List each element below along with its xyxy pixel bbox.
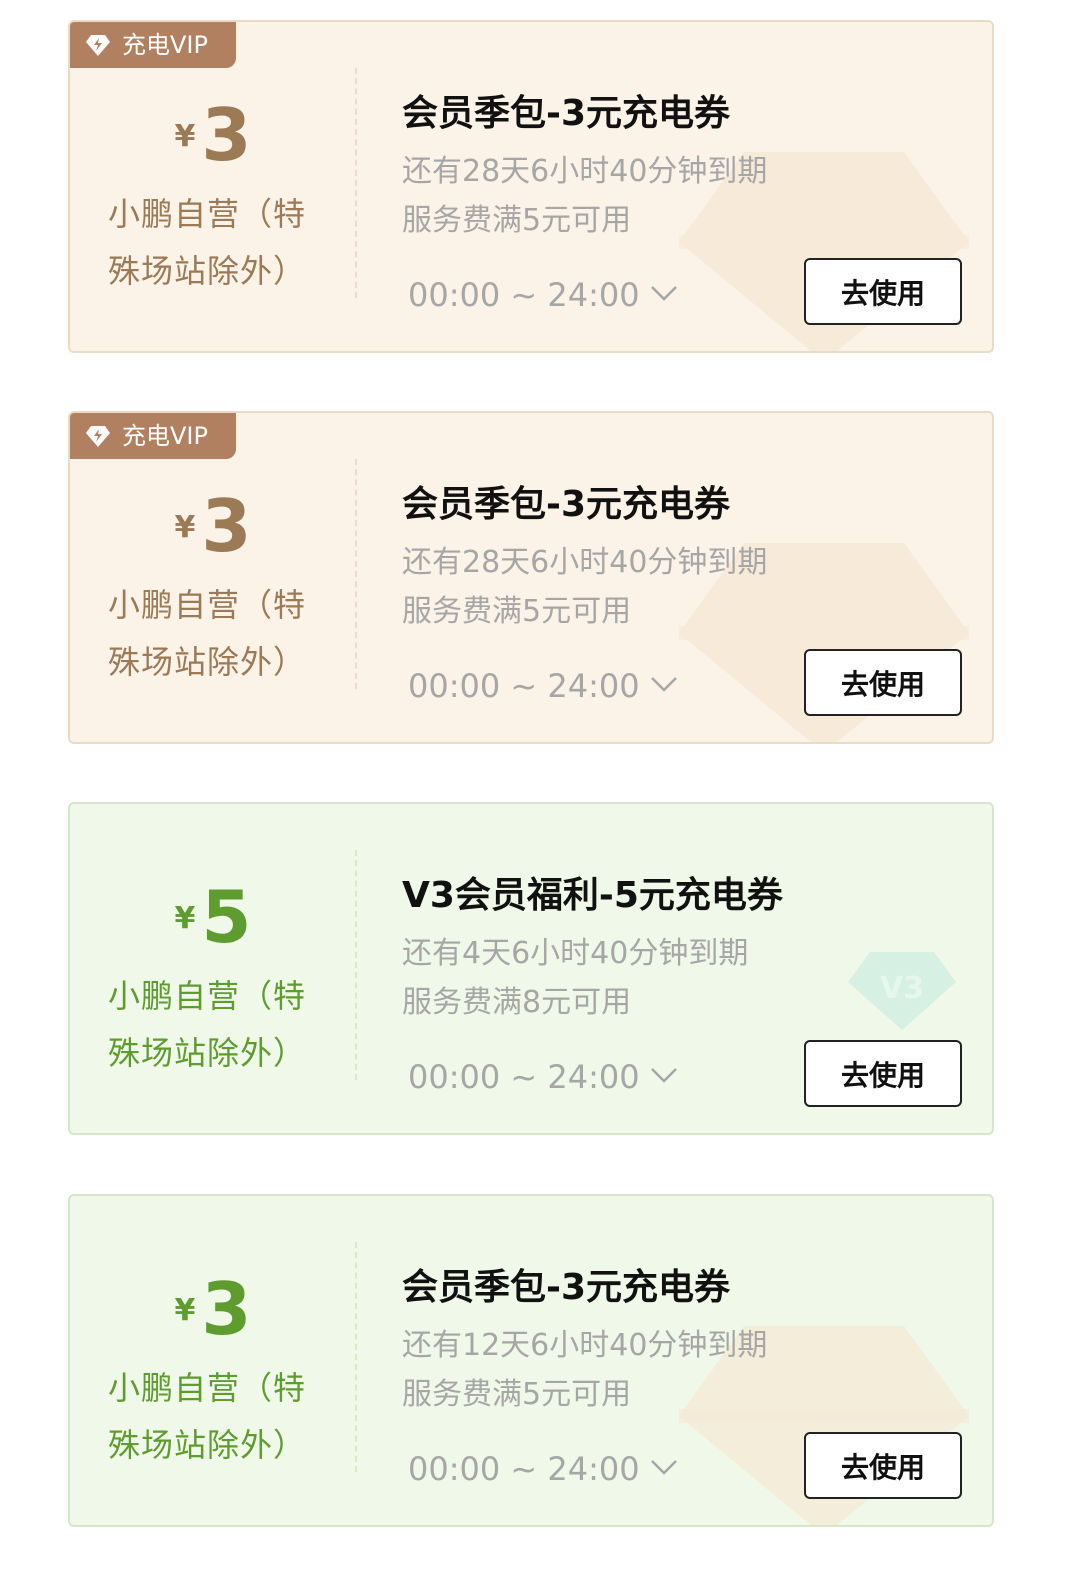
use-coupon-button[interactable]: 去使用 (804, 1432, 962, 1499)
coupon-title: V3会员福利-5元充电券 (402, 875, 783, 916)
use-coupon-button[interactable]: 去使用 (804, 649, 962, 716)
coupon-expiry: 还有4天6小时40分钟到期 (402, 936, 749, 971)
coupon-amount: 3 (201, 93, 252, 177)
coupon-scope: 小鹏自营（特殊场站除外） (108, 1369, 307, 1464)
coupon-amount: 3 (201, 1267, 252, 1351)
coupon-card[interactable]: ¥3 小鹏自营（特殊场站除外） 会员季包-3元充电券 还有12天6小时40分钟到… (68, 1194, 994, 1527)
chevron-down-icon[interactable] (650, 1066, 678, 1084)
dashed-divider (355, 850, 357, 1080)
diamond-bolt-icon (86, 426, 110, 447)
vip-tag: 充电VIP (70, 413, 236, 459)
coupon-title: 会员季包-3元充电券 (402, 93, 730, 134)
coupon-scope: 小鹏自营（特殊场站除外） (108, 977, 307, 1072)
dashed-divider (355, 68, 357, 298)
coupon-amount: 3 (201, 484, 252, 568)
chevron-down-icon[interactable] (650, 1458, 678, 1476)
coupon-title: 会员季包-3元充电券 (402, 484, 730, 525)
coupon-time-range[interactable]: 00:00 ~ 24:00 (408, 667, 640, 705)
coupon-amount: 5 (201, 875, 252, 959)
diamond-bolt-icon (86, 35, 110, 56)
currency-symbol: ¥ (174, 1293, 196, 1328)
currency-symbol: ¥ (174, 901, 196, 936)
coupon-price: ¥3 (108, 485, 318, 567)
coupon-scope: 小鹏自营（特殊场站除外） (108, 586, 307, 681)
coupon-card[interactable]: V3 ¥5 小鹏自营（特殊场站除外） V3会员福利-5元充电券 还有4天6小时4… (68, 802, 994, 1135)
v3-badge-text: V3 (880, 971, 924, 1006)
use-coupon-button[interactable]: 去使用 (804, 1040, 962, 1107)
coupon-condition: 服务费满5元可用 (402, 594, 632, 629)
vip-tag: 充电VIP (70, 22, 236, 68)
coupon-time-range[interactable]: 00:00 ~ 24:00 (408, 1450, 640, 1488)
coupon-price: ¥3 (108, 94, 318, 176)
coupon-scope: 小鹏自营（特殊场站除外） (108, 195, 307, 290)
use-coupon-button[interactable]: 去使用 (804, 258, 962, 325)
dashed-divider (355, 459, 357, 689)
coupon-price: ¥3 (108, 1268, 318, 1350)
coupon-price: ¥5 (108, 876, 318, 958)
coupon-title: 会员季包-3元充电券 (402, 1267, 730, 1308)
coupon-card[interactable]: 充电VIP ¥3 小鹏自营（特殊场站除外） 会员季包-3元充电券 还有28天6小… (68, 20, 994, 353)
coupon-expiry: 还有28天6小时40分钟到期 (402, 154, 768, 189)
coupon-expiry: 还有28天6小时40分钟到期 (402, 545, 768, 580)
coupon-card[interactable]: 充电VIP ¥3 小鹏自营（特殊场站除外） 会员季包-3元充电券 还有28天6小… (68, 411, 994, 744)
coupon-time-range[interactable]: 00:00 ~ 24:00 (408, 1058, 640, 1096)
coupon-expiry: 还有12天6小时40分钟到期 (402, 1328, 768, 1363)
v3-badge-icon: V3 (848, 952, 956, 1030)
currency-symbol: ¥ (174, 119, 196, 154)
chevron-down-icon[interactable] (650, 284, 678, 302)
vip-tag-label: 充电VIP (122, 422, 208, 450)
chevron-down-icon[interactable] (650, 675, 678, 693)
vip-tag-label: 充电VIP (122, 31, 208, 59)
currency-symbol: ¥ (174, 510, 196, 545)
coupon-condition: 服务费满8元可用 (402, 985, 632, 1020)
dashed-divider (355, 1242, 357, 1472)
coupon-list: 充电VIP ¥3 小鹏自营（特殊场站除外） 会员季包-3元充电券 还有28天6小… (0, 0, 1080, 1593)
coupon-time-range[interactable]: 00:00 ~ 24:00 (408, 276, 640, 314)
coupon-condition: 服务费满5元可用 (402, 203, 632, 238)
coupon-condition: 服务费满5元可用 (402, 1377, 632, 1412)
